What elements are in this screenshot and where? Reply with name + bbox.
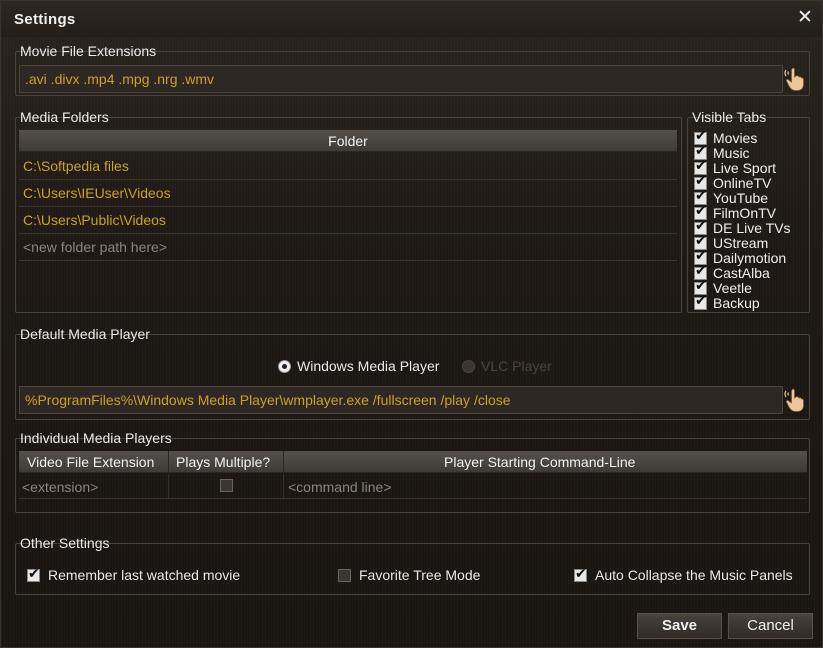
folder-path: C:\Users\Public\Videos xyxy=(23,212,166,228)
players-table-row[interactable]: <extension> <command line> xyxy=(19,474,807,499)
checkbox[interactable] xyxy=(694,294,707,310)
folder-header-label: Folder xyxy=(328,133,368,149)
folder-row[interactable]: C:\Users\IEUser\Videos xyxy=(19,180,677,207)
tab-toggle-label: Backup xyxy=(713,295,760,311)
extensions-input[interactable] xyxy=(19,65,783,93)
tab-toggle-label: Music xyxy=(713,145,750,161)
individual-players-label: Individual Media Players xyxy=(20,430,172,446)
tab-toggle-label: FilmOnTV xyxy=(713,205,776,221)
player-option-wmp[interactable]: Windows Media Player xyxy=(278,358,439,374)
column-command-line-header[interactable]: Player Starting Command-Line xyxy=(444,454,635,470)
extension-placeholder[interactable]: <extension> xyxy=(22,479,98,495)
column-divider xyxy=(168,451,169,473)
tab-toggle-label: OnlineTV xyxy=(713,175,772,191)
visible-tabs-group: Visible Tabs Movies Music Live Sport Onl… xyxy=(687,109,810,313)
checkbox[interactable] xyxy=(574,566,587,582)
tab-toggle-label: YouTube xyxy=(713,190,769,206)
folder-row[interactable]: C:\Users\Public\Videos xyxy=(19,207,677,234)
auto-collapse-label: Auto Collapse the Music Panels xyxy=(595,567,793,583)
hand-pointer-icon[interactable] xyxy=(784,387,806,413)
default-player-label: Default Media Player xyxy=(20,326,150,342)
column-divider xyxy=(283,451,284,473)
other-settings-group: Other Settings Remember last watched mov… xyxy=(15,535,810,595)
column-divider xyxy=(283,474,284,499)
tab-toggle-dailymotion[interactable]: Dailymotion xyxy=(694,249,787,266)
tab-toggle-label: Dailymotion xyxy=(713,250,787,266)
tab-toggle-de-live-tvs[interactable]: DE Live TVs xyxy=(694,219,791,236)
default-player-group: Default Media Player Windows Media Playe… xyxy=(15,326,810,420)
movie-extensions-group: Movie File Extensions xyxy=(15,43,810,96)
hand-pointer-icon[interactable] xyxy=(784,66,806,92)
tab-toggle-label: Live Sport xyxy=(713,160,777,176)
close-button[interactable]: ✕ xyxy=(794,7,816,29)
column-divider xyxy=(168,474,169,499)
command-line-placeholder[interactable]: <command line> xyxy=(288,479,392,495)
favorite-tree-label: Favorite Tree Mode xyxy=(359,567,481,583)
folder-path: C:\Softpedia files xyxy=(23,158,129,174)
new-folder-row[interactable]: <new folder path here> xyxy=(19,234,677,261)
folder-path: C:\Users\IEUser\Videos xyxy=(23,185,171,201)
radio-button[interactable] xyxy=(278,359,291,373)
tab-toggle-backup[interactable]: Backup xyxy=(694,294,760,311)
cancel-button[interactable]: Cancel xyxy=(728,613,813,639)
movie-extensions-label: Movie File Extensions xyxy=(20,43,157,59)
window-title: Settings xyxy=(14,11,76,28)
player-option-vlc: VLC Player xyxy=(462,358,552,374)
player-option-label: VLC Player xyxy=(481,358,552,374)
save-button[interactable]: Save xyxy=(637,613,722,639)
remember-last-option[interactable]: Remember last watched movie xyxy=(27,566,241,583)
checkbox[interactable] xyxy=(27,566,40,582)
folder-row[interactable]: C:\Softpedia files xyxy=(19,153,677,180)
column-extension-header[interactable]: Video File Extension xyxy=(27,454,154,470)
tab-toggle-label: Veetle xyxy=(713,280,752,296)
other-settings-label: Other Settings xyxy=(20,535,110,551)
player-option-label: Windows Media Player xyxy=(297,358,440,374)
visible-tabs-label: Visible Tabs xyxy=(692,109,767,125)
tab-toggle-label: Movies xyxy=(713,130,758,146)
radio-button xyxy=(462,359,475,373)
individual-players-group: Individual Media Players Video File Exte… xyxy=(15,430,810,513)
player-command-input[interactable] xyxy=(19,386,783,414)
column-plays-multiple-header[interactable]: Plays Multiple? xyxy=(176,454,270,470)
folder-list: C:\Softpedia files C:\Users\IEUser\Video… xyxy=(19,153,677,263)
favorite-tree-option[interactable]: Favorite Tree Mode xyxy=(338,567,480,583)
tab-toggle-label: UStream xyxy=(713,235,769,251)
tab-toggle-label: DE Live TVs xyxy=(713,220,791,236)
checkbox[interactable] xyxy=(338,568,351,582)
folder-column-header[interactable]: Folder xyxy=(19,130,677,152)
media-folders-group: Media Folders Folder C:\Softpedia files … xyxy=(15,109,682,313)
remember-last-label: Remember last watched movie xyxy=(48,567,241,583)
plays-multiple-checkbox[interactable] xyxy=(220,479,233,492)
auto-collapse-option[interactable]: Auto Collapse the Music Panels xyxy=(574,566,793,583)
tab-toggle-label: CastAlba xyxy=(713,265,770,281)
new-folder-placeholder: <new folder path here> xyxy=(23,239,167,255)
settings-window: Settings ✕ Movie File Extensions Media F… xyxy=(0,0,823,648)
title-bar[interactable]: Settings ✕ xyxy=(1,1,822,37)
media-folders-label: Media Folders xyxy=(20,109,109,125)
players-table-header: Video File Extension Plays Multiple? Pla… xyxy=(19,451,807,473)
